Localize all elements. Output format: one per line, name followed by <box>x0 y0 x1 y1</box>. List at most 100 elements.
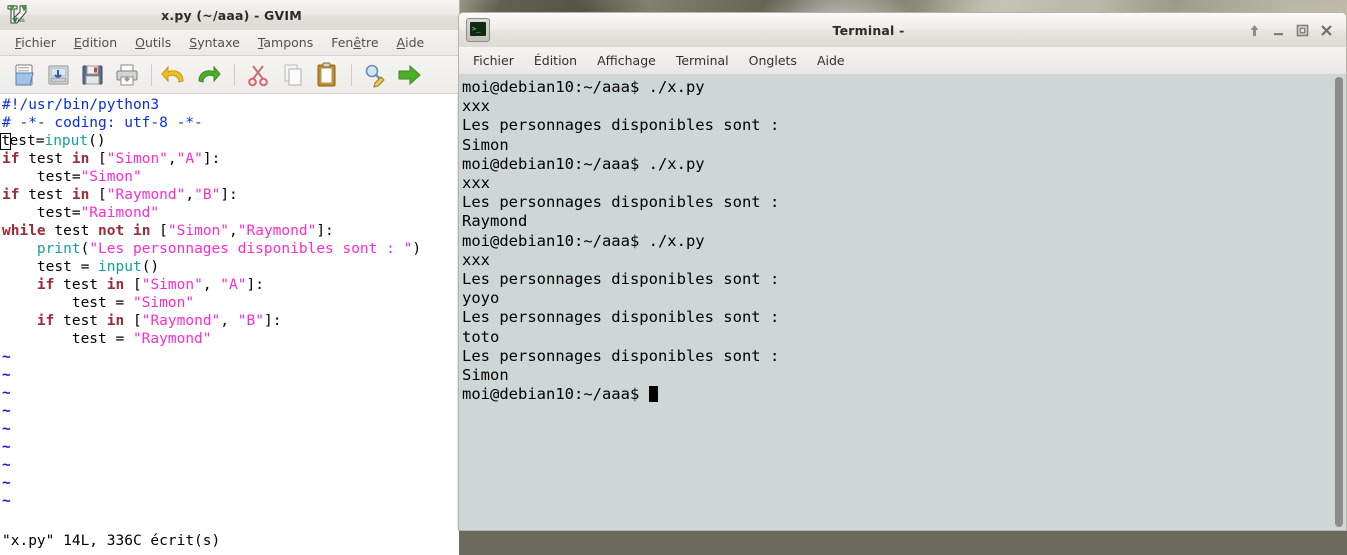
menu-aide[interactable]: Aide <box>388 33 434 52</box>
terminal-icon-prompt: >_ <box>472 25 481 33</box>
code-token: # -*- coding: utf-8 -*- <box>2 115 203 131</box>
terminal-line: Les personnages disponibles sont : <box>462 193 780 212</box>
run-icon[interactable] <box>393 59 427 91</box>
gvim-text-area[interactable]: #!/usr/bin/python3 # -*- coding: utf-8 -*… <box>0 94 459 530</box>
code-token: est= <box>9 133 45 149</box>
code-token: ]: <box>263 313 282 329</box>
terminal-line: Raymond <box>462 212 528 231</box>
terminal-screen[interactable]: moi@debian10:~/aaa$ ./x.py xxx Les personn… <box>459 74 1332 530</box>
menu-affichage[interactable]: Affichage <box>587 50 666 71</box>
menu-syntaxe[interactable]: Syntaxe <box>180 33 249 52</box>
menu-fichier[interactable]: Fichier <box>463 50 524 71</box>
code-line: #!/usr/bin/python3 <box>2 96 457 114</box>
code-token: #!/usr/bin/python3 <box>2 97 160 113</box>
code-token: "Simon" <box>106 151 168 167</box>
code-token: while <box>2 223 46 239</box>
code-token: if <box>36 277 55 293</box>
code-token: ~ <box>2 385 11 401</box>
menu-edition[interactable]: Édition <box>524 50 587 71</box>
code-line: ~ <box>2 384 457 402</box>
code-token: , <box>185 187 195 203</box>
terminal-line: Les personnages disponibles sont : <box>462 346 780 365</box>
vim-logo-icon: Vim <box>4 2 30 28</box>
code-token: "Raymond" <box>132 331 212 347</box>
code-token: "Raymond" <box>106 187 186 203</box>
find-replace-icon[interactable] <box>359 59 393 91</box>
menu-onglets[interactable]: Onglets <box>739 50 807 71</box>
code-token: () <box>88 133 106 149</box>
terminal-title: Terminal - <box>832 22 905 38</box>
code-token: "B" <box>237 313 264 329</box>
code-token: test = <box>2 331 133 347</box>
code-token: input <box>98 259 142 275</box>
terminal-scrollbar[interactable] <box>1332 74 1346 530</box>
terminal-line: Les personnages disponibles sont : <box>462 270 780 289</box>
terminal-line: moi@debian10:~/aaa$ ./x.py <box>462 78 705 96</box>
menu-fenetre[interactable]: Fenêtre <box>322 33 387 52</box>
open-remote-icon[interactable] <box>42 59 76 91</box>
menu-edition[interactable]: Edition <box>65 33 126 52</box>
code-token: "Simon" <box>80 169 142 185</box>
code-token: ]: <box>220 187 238 203</box>
code-line: ~ <box>2 474 457 492</box>
code-token: in <box>106 277 125 293</box>
code-line: test = input() <box>2 258 457 276</box>
code-token: input <box>44 133 89 149</box>
menu-terminal[interactable]: Terminal <box>666 50 739 71</box>
open-file-icon[interactable] <box>8 59 42 91</box>
code-token: ~ <box>2 493 11 509</box>
menu-fichier[interactable]: Fichier <box>6 33 65 52</box>
code-token: ( <box>80 241 90 257</box>
cut-icon[interactable] <box>242 59 276 91</box>
code-token: "Simon" <box>167 223 230 239</box>
code-token: ~ <box>2 457 11 473</box>
code-token: [ <box>124 277 142 293</box>
paste-icon[interactable] <box>310 59 344 91</box>
gvim-titlebar[interactable]: Vim x.py (~/aaa) - GVIM <box>0 0 460 30</box>
code-token: "Raimond" <box>80 205 160 221</box>
terminal-line: xxx <box>462 97 490 116</box>
code-line: if test in ["Simon","A"]: <box>2 150 457 168</box>
undo-icon[interactable] <box>159 59 193 91</box>
code-token: test <box>45 223 99 239</box>
code-token: "A" <box>220 277 247 293</box>
code-token: if <box>2 151 20 167</box>
menu-aide[interactable]: Aide <box>807 50 855 71</box>
print-icon[interactable] <box>110 59 144 91</box>
minimize-button[interactable] <box>1271 23 1286 38</box>
code-token: [ <box>89 187 107 203</box>
gvim-title: x.py (~/aaa) - GVIM <box>161 7 302 23</box>
terminal-screen-wrapper: moi@debian10:~/aaa$ ./x.py xxx Les personn… <box>458 74 1347 531</box>
code-token: ) <box>412 241 422 257</box>
code-token: [ <box>124 313 142 329</box>
close-button[interactable] <box>1319 23 1334 38</box>
menu-tampons[interactable]: Tampons <box>249 33 322 52</box>
code-line: test="Raimond" <box>2 204 457 222</box>
code-token: test= <box>2 205 81 221</box>
code-token: in <box>106 313 125 329</box>
menu-outils[interactable]: Outils <box>126 33 180 52</box>
terminal-line: Simon <box>462 135 509 154</box>
code-token: if <box>36 313 55 329</box>
shade-button[interactable] <box>1247 23 1262 38</box>
code-token: ]: <box>316 223 334 239</box>
redo-icon[interactable] <box>193 59 227 91</box>
terminal-icon: >_ <box>466 18 490 42</box>
code-token: test= <box>2 169 81 185</box>
scrollbar-thumb[interactable] <box>1335 77 1343 527</box>
terminal-line: xxx <box>462 174 490 193</box>
code-token: ~ <box>2 421 11 437</box>
terminal-line: Simon <box>462 366 509 385</box>
code-token: ~ <box>2 349 11 365</box>
terminal-line: moi@debian10:~/aaa$ ./x.py <box>462 231 705 250</box>
copy-icon[interactable] <box>276 59 310 91</box>
save-file-icon[interactable] <box>76 59 110 91</box>
gvim-status-line: "x.py" 14L, 336C écrit(s) <box>0 530 459 555</box>
code-token: in <box>71 151 90 167</box>
terminal-window: >_ Terminal - Fichier Édition Affichage … <box>458 12 1347 531</box>
terminal-titlebar[interactable]: >_ Terminal - <box>458 12 1347 47</box>
toolbar-separator <box>351 63 352 86</box>
maximize-button[interactable] <box>1295 23 1310 38</box>
